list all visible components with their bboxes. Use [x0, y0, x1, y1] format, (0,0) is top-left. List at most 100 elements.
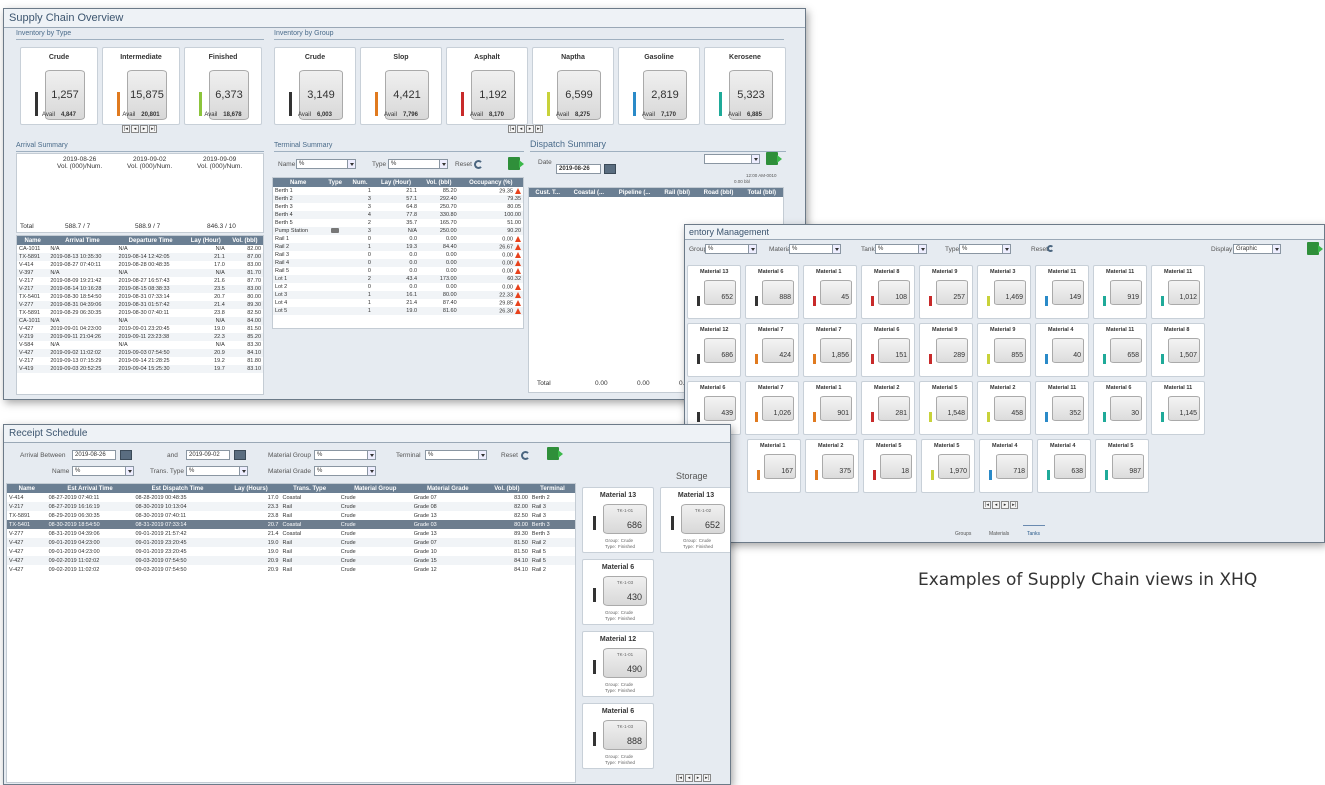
material-card[interactable]: Material 11 1,012 [1151, 265, 1205, 319]
material-card[interactable]: Material 11 352 [1035, 381, 1089, 435]
column-header[interactable]: Pipeline (... [611, 188, 658, 197]
column-header[interactable]: Name [17, 236, 49, 245]
table-row[interactable]: Rail 1 0 0.0 0.00 0.00 [273, 235, 523, 243]
calendar-icon[interactable] [234, 450, 246, 460]
column-header[interactable]: Material Group [338, 484, 412, 493]
column-header[interactable]: Trans. Type [280, 484, 339, 493]
table-row[interactable]: Berth 2 3 57.1 292.40 79.35 [273, 195, 523, 203]
table-row[interactable]: V-414 2019-08-27 07:40:11 2019-08-28 00:48… [17, 261, 263, 269]
inventory-card[interactable]: Gasoline 2,819 Avail 7,170 [618, 47, 700, 125]
material-card[interactable]: Material 9 257 [919, 265, 973, 319]
column-header[interactable]: Name [273, 178, 324, 187]
table-row[interactable]: V-414 08-27-2019 07:40:11 08-28-2019 00:48… [7, 493, 575, 502]
material-card[interactable]: Material 6 151 [861, 323, 915, 377]
material-card[interactable]: Material 2 375 [805, 439, 859, 493]
table-row[interactable]: Berth 4 4 77.8 330.80 100.00 [273, 211, 523, 219]
material-card[interactable]: Material 13 652 [687, 265, 741, 319]
material-card[interactable]: Material 9 855 [977, 323, 1031, 377]
tab-groups[interactable]: Groups [955, 531, 971, 537]
display-select[interactable]: Graphic [1233, 244, 1281, 254]
column-header[interactable]: Est Dispatch Time [133, 484, 222, 493]
chevron-down-icon[interactable] [239, 467, 247, 475]
storage-card[interactable]: Material 13 TK-1-01 686 Group: Crude Type: Fin… [582, 487, 654, 553]
storage-card[interactable]: Material 12 TK-1-01 490 Group: Crude Type: Fin… [582, 631, 654, 697]
first-page-icon[interactable]: |◂ [122, 125, 130, 133]
material-card[interactable]: Material 7 1,856 [803, 323, 857, 377]
column-header[interactable]: Lay (Hour) [184, 236, 227, 245]
column-header[interactable]: Road (bbl) [696, 188, 741, 197]
column-header[interactable]: Departure Time [116, 236, 185, 245]
table-row[interactable]: CA-1011 N/A N/A N/A 82.00 [17, 245, 263, 253]
material-card[interactable]: Material 5 1,970 [921, 439, 975, 493]
material-card[interactable]: Material 8 1,507 [1151, 323, 1205, 377]
terminal-type-select[interactable]: % [388, 159, 448, 169]
material-group-select[interactable]: % [314, 450, 376, 460]
terminal-select[interactable]: % [425, 450, 487, 460]
table-row[interactable]: TX-5401 2019-08-30 18:54:50 2019-08-31 07:… [17, 293, 263, 301]
chevron-down-icon[interactable] [367, 467, 375, 475]
table-row[interactable]: V-217 2019-09-13 07:15:29 2019-09-14 21:28… [17, 357, 263, 365]
export-excel-icon[interactable] [1307, 242, 1323, 255]
table-row[interactable]: V-397 N/A N/A N/A 81.70 [17, 269, 263, 277]
chevron-down-icon[interactable] [367, 451, 375, 459]
table-row[interactable]: Berth 3 3 64.8 250.70 80.05 [273, 203, 523, 211]
material-card[interactable]: Material 1 167 [747, 439, 801, 493]
material-card[interactable]: Material 1 901 [803, 381, 857, 435]
table-row[interactable]: Lot 2 0 0.0 0.00 0.00 [273, 283, 523, 291]
table-row[interactable]: V-427 2019-09-01 04:23:00 2019-09-01 23:20… [17, 325, 263, 333]
inventory-card[interactable]: Intermediate 15,875 Avail 20,801 [102, 47, 180, 125]
export-excel-icon[interactable] [508, 157, 524, 170]
column-header[interactable]: Name [7, 484, 47, 493]
terminal-name-select[interactable]: % [296, 159, 356, 169]
calendar-icon[interactable] [604, 164, 616, 174]
inventory-card[interactable]: Kerosene 5,323 Avail 6,885 [704, 47, 786, 125]
table-row[interactable]: Rail 5 0 0.0 0.00 0.00 [273, 267, 523, 275]
column-header[interactable]: Vol. (bbl) [226, 236, 263, 245]
tank-filter-select[interactable]: % [875, 244, 927, 254]
type-filter-select[interactable]: % [959, 244, 1011, 254]
storage-card[interactable]: Material 13 TK-1-02 652 Group: Crude Type: Fin… [660, 487, 730, 553]
table-row[interactable]: TX-5891 2019-08-29 06:30:35 2019-08-30 07:… [17, 309, 263, 317]
prev-page-icon[interactable]: ◂ [131, 125, 139, 133]
last-page-icon[interactable]: ▸| [703, 774, 711, 782]
column-header[interactable]: Occupancy (%) [458, 178, 523, 187]
group-pager[interactable]: |◂ ◂ ▸ ▸| [508, 125, 543, 133]
table-row[interactable]: Rail 3 0 0.0 0.00 0.00 [273, 251, 523, 259]
chevron-down-icon[interactable] [751, 155, 759, 163]
dispatch-filter-select[interactable] [704, 154, 760, 164]
inventory-card[interactable]: Finished 6,373 Avail 18,678 [184, 47, 262, 125]
next-page-icon[interactable]: ▸ [694, 774, 702, 782]
chevron-down-icon[interactable] [125, 467, 133, 475]
reset-label[interactable]: Reset [1031, 246, 1048, 253]
material-card[interactable]: Material 7 424 [745, 323, 799, 377]
material-card[interactable]: Material 9 289 [919, 323, 973, 377]
column-header[interactable]: Vol. (bbl) [419, 178, 459, 187]
table-row[interactable]: V-217 08-27-2019 16:16:19 08-30-2019 10:13… [7, 502, 575, 511]
tab-materials[interactable]: Materials [989, 531, 1009, 537]
material-card[interactable]: Material 11 658 [1093, 323, 1147, 377]
table-row[interactable]: Berth 1 1 21.1 85.20 29.35 [273, 187, 523, 195]
last-page-icon[interactable]: ▸| [149, 125, 157, 133]
chevron-down-icon[interactable] [748, 245, 756, 253]
table-row[interactable]: V-277 2019-08-31 04:39:06 2019-08-31 01:57… [17, 301, 263, 309]
reset-icon[interactable] [521, 451, 530, 460]
table-row[interactable]: Lot 3 1 16.1 80.00 22.33 [273, 291, 523, 299]
table-row[interactable]: Pump Station 3 N/A 250.00 90.20 [273, 227, 523, 235]
material-card[interactable]: Material 11 919 [1093, 265, 1147, 319]
next-page-icon[interactable]: ▸ [526, 125, 534, 133]
column-header[interactable]: Lay (Hour) [372, 178, 420, 187]
table-row[interactable]: Rail 4 0 0.0 0.00 0.00 [273, 259, 523, 267]
group-filter-select[interactable]: % [705, 244, 757, 254]
chevron-down-icon[interactable] [1272, 245, 1280, 253]
name-select[interactable]: % [72, 466, 134, 476]
table-row[interactable]: V-419 2019-09-03 20:52:25 2019-09-04 15:25… [17, 365, 263, 373]
next-page-icon[interactable]: ▸ [140, 125, 148, 133]
material-card[interactable]: Material 5 18 [863, 439, 917, 493]
table-row[interactable]: V-217 2019-08-14 10:16:28 2019-08-15 08:38… [17, 285, 263, 293]
tab-tanks[interactable]: Tanks [1027, 531, 1040, 537]
chevron-down-icon[interactable] [478, 451, 486, 459]
table-row[interactable]: CA-1011 N/A N/A N/A 84.00 [17, 317, 263, 325]
first-page-icon[interactable]: |◂ [508, 125, 516, 133]
table-row[interactable]: V-277 08-31-2019 04:39:06 09-01-2019 21:57… [7, 529, 575, 538]
table-row[interactable]: V-217 2019-08-09 19:21:42 2019-08-27 16:57… [17, 277, 263, 285]
